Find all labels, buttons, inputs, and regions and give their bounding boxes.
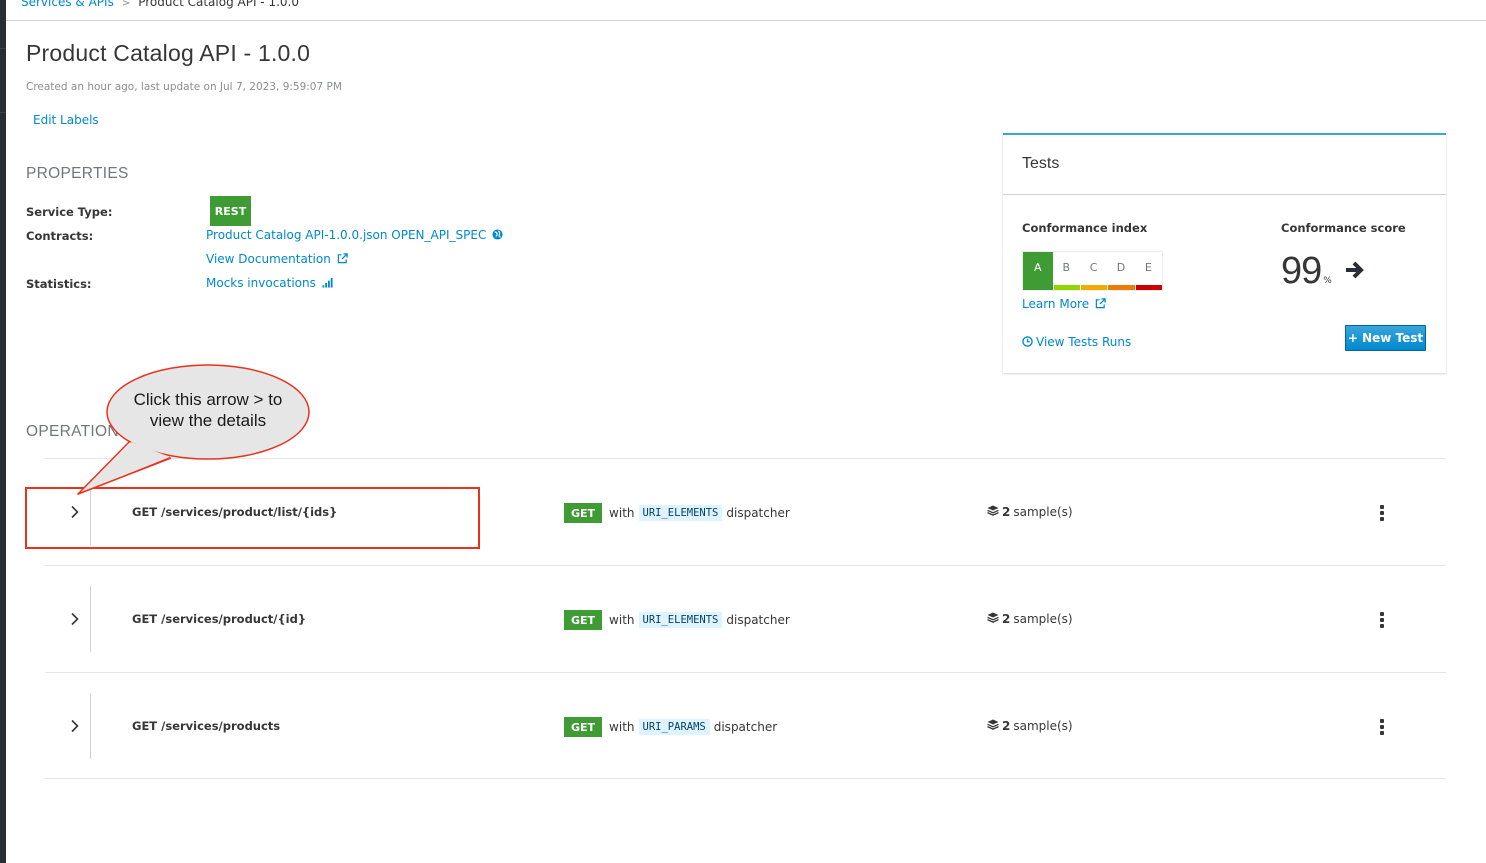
operation-name: GET /services/product/list/{ids} [132, 505, 338, 519]
samples-count: 2 [1002, 505, 1011, 519]
operation-dispatcher-info: GET with URI_ELEMENTS dispatcher [564, 610, 790, 630]
operation-row: GET /services/product/list/{ids} GET with U… [45, 458, 1446, 565]
breadcrumb-current: Product Catalog API - 1.0.0 [138, 0, 299, 9]
breadcrumb-separator: > [121, 0, 131, 9]
samples-count: 2 [1002, 719, 1011, 733]
operation-name: GET /services/product/{id} [132, 612, 307, 626]
dispatcher-with-text: with [609, 720, 635, 734]
operation-dispatcher-info: GET with URI_PARAMS dispatcher [564, 717, 777, 737]
expand-chevron-right-icon[interactable] [63, 606, 87, 632]
clock-icon [1022, 335, 1033, 350]
grade-label: D [1116, 261, 1126, 274]
grade-label: E [1144, 261, 1152, 274]
edit-labels-link[interactable]: Edit Labels [33, 113, 99, 127]
service-type-badge: REST [210, 196, 251, 226]
page-title: Product Catalog API - 1.0.0 [26, 40, 311, 66]
arrow-right-icon[interactable] [1344, 260, 1366, 283]
expand-chevron-right-icon[interactable] [63, 713, 87, 739]
new-test-button[interactable]: + New Test [1345, 325, 1426, 351]
operation-samples: 2 sample(s) [987, 719, 1073, 733]
operation-dispatcher-info: GET with URI_ELEMENTS dispatcher [564, 503, 790, 523]
row-divider [90, 479, 91, 545]
operation-row: GET /services/product/{id} GET with URI_ELE… [45, 565, 1446, 672]
contracts-label: Contracts: [26, 229, 94, 243]
conformance-grade-a: A [1023, 252, 1053, 290]
external-link-icon [337, 252, 348, 267]
conformance-score-label: Conformance score [1281, 221, 1406, 235]
service-type-label: Service Type: [26, 205, 113, 219]
http-method-badge: GET [564, 610, 603, 630]
view-tests-runs-link[interactable]: View Tests Runs [1036, 335, 1131, 349]
annotation-callout-text: Click this arrow > to view the details [106, 389, 310, 431]
learn-more-entry: Learn More [1022, 297, 1106, 312]
tests-card-title: Tests [1003, 135, 1446, 195]
learn-more-link[interactable]: Learn More [1022, 297, 1089, 311]
dispatcher-suffix-text: dispatcher [713, 720, 778, 734]
samples-count: 2 [1002, 612, 1011, 626]
callout-text-line-2: view the details [149, 411, 267, 430]
dispatcher-with-text: with [609, 613, 635, 627]
grade-label: A [1034, 261, 1042, 274]
tests-card: Tests Conformance index A B C D E Learn More… [1003, 133, 1446, 373]
samples-label: sample(s) [1013, 612, 1073, 626]
breadcrumb: Services & APIs > Product Catalog API - 1.… [6, 0, 1486, 21]
operation-name: GET /services/products [132, 719, 281, 733]
dispatcher-suffix-text: dispatcher [726, 506, 790, 520]
statistics-label: Statistics: [26, 277, 92, 291]
external-link-icon [1095, 297, 1106, 312]
grade-color-bar [1108, 285, 1135, 290]
operations-list: GET /services/product/list/{ids} GET with U… [45, 458, 1446, 779]
http-method-badge: GET [564, 717, 603, 737]
conformance-grade-c: C [1080, 252, 1108, 290]
conformance-score: 99 % [1281, 250, 1366, 293]
view-tests-runs-entry: View Tests Runs [1022, 335, 1131, 350]
callout-text-line-1: Click this arrow > to [133, 390, 283, 409]
grade-color-bar [1080, 285, 1108, 290]
grade-label: C [1089, 261, 1098, 274]
bar-chart-icon [322, 277, 333, 291]
conformance-index-scale: A B C D E [1022, 251, 1163, 291]
dispatcher-suffix-text: dispatcher [726, 613, 790, 627]
operations-heading: OPERATIONS [26, 423, 130, 440]
row-divider [90, 693, 91, 759]
breadcrumb-services-apis[interactable]: Services & APIs [21, 0, 114, 9]
conformance-index-label: Conformance index [1022, 221, 1148, 235]
conformance-score-value: 99 [1281, 250, 1322, 292]
contract-entry: Product Catalog API-1.0.0.json OPEN_API_… [206, 228, 503, 243]
layers-icon [987, 719, 999, 733]
layers-icon [987, 505, 999, 519]
grade-color-bar [1053, 285, 1080, 290]
view-documentation-link[interactable]: View Documentation [206, 252, 331, 266]
dispatcher-with-text: with [609, 506, 635, 520]
documentation-entry: View Documentation [206, 252, 348, 267]
globe-icon [492, 228, 503, 243]
kebab-menu-icon[interactable] [1375, 610, 1389, 630]
properties-heading: PROPERTIES [26, 165, 129, 182]
operation-samples: 2 sample(s) [987, 612, 1073, 626]
row-divider [90, 586, 91, 652]
contract-link[interactable]: Product Catalog API-1.0.0.json OPEN_API_… [206, 228, 486, 242]
kebab-menu-icon[interactable] [1375, 503, 1389, 523]
statistics-entry: Mocks invocations [206, 276, 333, 291]
app-sidebar-edge [0, 0, 6, 863]
grade-label: B [1062, 261, 1070, 274]
operation-row: GET /services/products GET with URI_PARAMS d… [45, 672, 1446, 779]
conformance-grade-b: B [1053, 252, 1080, 290]
kebab-menu-icon[interactable] [1375, 717, 1389, 737]
samples-label: sample(s) [1013, 719, 1073, 733]
dispatcher-type: URI_PARAMS [638, 719, 710, 735]
conformance-grade-d: D [1107, 252, 1135, 290]
operation-samples: 2 sample(s) [987, 505, 1073, 519]
samples-label: sample(s) [1013, 505, 1073, 519]
grade-color-bar [1135, 285, 1162, 290]
http-method-badge: GET [564, 503, 603, 523]
dispatcher-type: URI_ELEMENTS [638, 612, 723, 628]
conformance-grade-e: E [1135, 252, 1162, 290]
conformance-score-unit: % [1323, 276, 1332, 286]
dispatcher-type: URI_ELEMENTS [638, 505, 723, 521]
expand-chevron-right-icon[interactable] [63, 499, 87, 525]
mocks-invocations-link[interactable]: Mocks invocations [206, 276, 316, 290]
layers-icon [987, 612, 999, 626]
page-subtitle: Created an hour ago, last update on Jul … [26, 81, 342, 93]
